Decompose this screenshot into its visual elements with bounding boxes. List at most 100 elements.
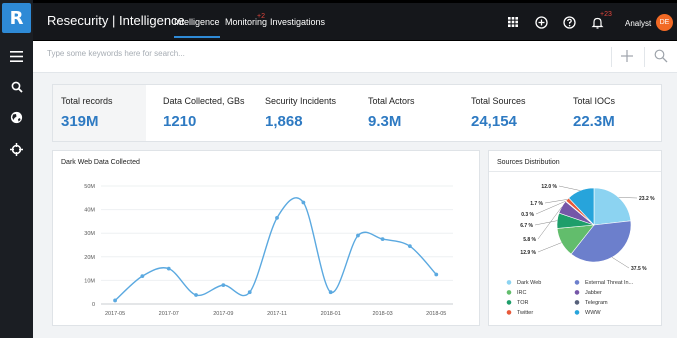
- stat-label: Data Collected, GBs: [163, 96, 245, 106]
- slice-leader-line: [611, 257, 630, 269]
- app-logo[interactable]: R: [2, 3, 31, 33]
- legend-marker: [574, 310, 580, 315]
- legend-label: Dark Web: [517, 280, 541, 286]
- slice-leader-line: [544, 199, 568, 204]
- apps-grid-icon[interactable]: [504, 13, 522, 31]
- dark-web-card: Dark Web Data Collected 0 10M 20M 30M 40M 50M…: [52, 150, 480, 326]
- stat-value: 319M: [61, 113, 99, 130]
- series-line: [114, 197, 437, 301]
- x-tick-label: 2018-05: [426, 311, 446, 317]
- tab-investigations[interactable]: Investigations: [270, 17, 325, 27]
- sources-pie-chart: 23.2 % 37.5 % 12.9 % 6.7 % 5.8 % 0.3 % 1.7 % 12…: [506, 184, 655, 316]
- legend-label: Telegram: [585, 300, 608, 306]
- stat-total-sources[interactable]: Total Sources 24,154: [463, 85, 563, 141]
- stat-label: Total Sources: [471, 96, 526, 106]
- menu-icon[interactable]: [0, 44, 33, 68]
- dark-web-line-chart: 0 10M 20M 30M 40M 50M 2017-05 2017-07 2017-09 201…: [84, 184, 453, 317]
- legend-marker: [506, 300, 512, 305]
- slice-data-label: 5.8 %: [523, 237, 536, 243]
- data-point: [194, 293, 198, 297]
- help-icon[interactable]: [560, 13, 578, 31]
- x-tick-label: 2017-09: [213, 311, 233, 317]
- card-divider: [489, 171, 661, 172]
- slice-data-label: 12.0 %: [541, 184, 557, 190]
- legend-label: WWW: [585, 310, 601, 316]
- add-circle-icon[interactable]: [532, 13, 550, 31]
- x-tick-label: 2018-03: [373, 311, 393, 317]
- legend-label: Twitter: [517, 310, 533, 316]
- stat-value: 24,154: [471, 113, 517, 130]
- legend-marker: [506, 310, 512, 315]
- stat-label: Total IOCs: [573, 96, 616, 106]
- stat-value: 1210: [163, 113, 197, 130]
- x-tick-label: 2018-01: [321, 311, 341, 317]
- search-divider: [644, 47, 645, 67]
- dashboard-content: Total records 319M Data Collected, GBs 1…: [33, 73, 677, 338]
- slice-data-label: 1.7 %: [530, 201, 543, 207]
- avatar[interactable]: DE: [656, 14, 673, 31]
- data-point: [434, 272, 439, 277]
- legend-marker: [574, 300, 580, 305]
- slice-data-label: 12.9 %: [520, 250, 536, 256]
- stat-security-incidents[interactable]: Security Incidents 1,868: [257, 85, 357, 141]
- data-point: [140, 274, 145, 279]
- slice-leader-line: [537, 242, 562, 253]
- stat-label: Security Incidents: [265, 96, 337, 106]
- data-point: [301, 200, 306, 205]
- x-tick-label: 2017-07: [159, 311, 179, 317]
- stats-panel: Total records 319M Data Collected, GBs 1…: [52, 84, 662, 142]
- stat-value: 22.3M: [573, 113, 615, 130]
- sources-card: Sources Distribution 23.2 % 37.5 % 12.9 % 6…: [488, 150, 662, 326]
- stat-value: 9.3M: [368, 113, 402, 130]
- legend-marker: [574, 280, 580, 285]
- globe-icon[interactable]: [0, 105, 33, 129]
- slice-data-label: 6.7 %: [520, 223, 533, 229]
- stat-value: 1,868: [265, 113, 303, 130]
- legend-label: IRC: [517, 290, 527, 296]
- slice-leader-line: [618, 197, 638, 199]
- data-point: [113, 298, 117, 303]
- slice-data-label: 23.2 %: [639, 196, 655, 202]
- legend-marker: [506, 280, 512, 285]
- user-name[interactable]: Analyst: [625, 19, 651, 28]
- stat-data-collected[interactable]: Data Collected, GBs 1210: [155, 85, 255, 141]
- stat-total-actors[interactable]: Total Actors 9.3M: [360, 85, 460, 141]
- search-icon[interactable]: [0, 75, 33, 99]
- tab-intelligence[interactable]: Intelligence: [174, 17, 220, 38]
- legend-marker: [506, 290, 512, 295]
- data-point: [328, 290, 333, 295]
- data-point: [356, 233, 360, 238]
- y-tick-label: 30M: [84, 231, 95, 237]
- y-tick-label: 40M: [84, 208, 95, 214]
- stat-total-iocs[interactable]: Total IOCs 22.3M: [565, 85, 661, 141]
- data-point: [166, 266, 171, 271]
- card-title: Sources Distribution: [497, 159, 560, 166]
- y-tick-label: 0: [92, 302, 95, 308]
- add-icon[interactable]: [620, 49, 634, 68]
- data-point: [275, 215, 279, 220]
- search-divider: [611, 47, 612, 67]
- crosshair-icon[interactable]: [0, 137, 33, 161]
- slice-data-label: 37.5 %: [631, 266, 647, 272]
- card-title: Dark Web Data Collected: [61, 159, 140, 166]
- data-point: [380, 237, 385, 241]
- x-tick-label: 2017-11: [267, 311, 287, 317]
- legend-marker: [574, 290, 580, 295]
- slice-leader-line: [558, 185, 581, 191]
- y-tick-label: 10M: [84, 278, 95, 284]
- stat-label: Total records: [61, 96, 113, 106]
- x-tick-label: 2017-05: [105, 311, 125, 317]
- data-point: [247, 290, 252, 295]
- slice-data-label: 0.3 %: [521, 212, 534, 218]
- y-tick-label: 20M: [84, 255, 95, 261]
- monitoring-badge: +2: [257, 13, 265, 20]
- search-bar: [33, 41, 677, 73]
- top-navigation-bar: Resecurity | Intelligence Intelligence M…: [33, 3, 677, 40]
- legend-label: TOR: [517, 300, 529, 306]
- y-tick-label: 50M: [84, 184, 95, 190]
- search-input[interactable]: [47, 49, 607, 58]
- notifications-badge: +23: [600, 11, 612, 18]
- stat-total-records[interactable]: Total records 319M: [53, 85, 146, 141]
- avatar-initials: DE: [659, 19, 670, 26]
- search-submit-icon[interactable]: [654, 49, 668, 68]
